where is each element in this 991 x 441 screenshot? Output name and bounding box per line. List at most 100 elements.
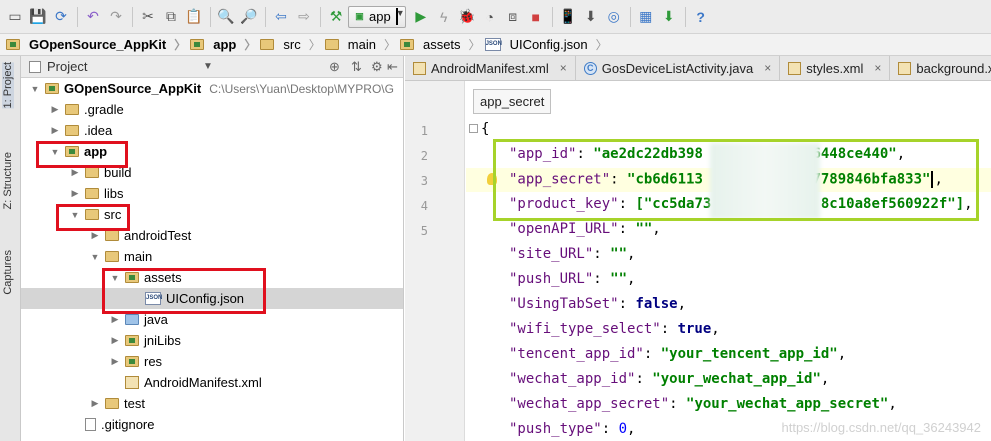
expand-right-icon[interactable]: ▶ — [69, 188, 81, 199]
xml-file-icon — [125, 376, 139, 389]
tab-styles[interactable]: styles.xml × — [780, 56, 891, 80]
tab-captures[interactable]: Captures — [2, 250, 14, 295]
breadcrumb-item[interactable]: app 〉 — [190, 36, 260, 53]
scroll-from-source-icon[interactable]: ⊕ — [329, 59, 340, 75]
line-number: 2 — [420, 149, 428, 163]
expand-right-icon[interactable]: ▶ — [49, 104, 61, 115]
json-value: "your_wechat_app_id" — [652, 371, 821, 387]
replace-icon[interactable]: 🔎 — [238, 5, 260, 29]
project-structure-icon[interactable]: ▦ — [635, 5, 657, 29]
avd-manager-icon[interactable]: 📱 — [557, 5, 579, 29]
expand-down-icon[interactable]: ▼ — [29, 84, 41, 94]
back-icon[interactable]: ⇦ — [270, 5, 292, 29]
toolbar-separator — [265, 6, 266, 27]
line-gutter: 1 2 3 4 5 — [405, 81, 465, 441]
hide-icon[interactable]: ⇤ — [387, 59, 398, 75]
tree-item[interactable]: .gitignore — [21, 414, 403, 435]
expand-right-icon[interactable]: ▶ — [109, 356, 121, 367]
expand-right-icon[interactable]: ▶ — [69, 167, 81, 178]
undo-icon[interactable]: ↶ — [82, 5, 104, 29]
code-line: { — [481, 121, 489, 137]
apply-changes-icon[interactable]: ϟ — [433, 5, 455, 29]
redo-icon[interactable]: ↷ — [105, 5, 127, 29]
class-icon: C — [583, 61, 597, 75]
tree-item[interactable]: ▶ .gradle — [21, 99, 403, 120]
project-panel: Project ▼ ⊕ ⇅ ⚙ ⇤ ▼ GOpenSource_AppKit C:\… — [21, 56, 404, 441]
tree-item-label: androidTest — [124, 228, 192, 243]
close-icon[interactable]: × — [874, 61, 881, 75]
android-icon: ▣ — [355, 11, 364, 21]
expand-right-icon[interactable]: ▶ — [109, 314, 121, 325]
code-line: "wechat_app_id": "your_wechat_app_id", — [509, 371, 830, 387]
tree-item[interactable]: ▼ main — [21, 246, 403, 267]
folder-icon — [85, 188, 99, 199]
line-number: 4 — [420, 199, 428, 213]
json-value: 0 — [618, 421, 628, 437]
find-icon[interactable]: 🔍 — [215, 5, 237, 29]
expand-right-icon[interactable]: ▶ — [89, 398, 101, 409]
json-key: "wifi_type_select" — [509, 321, 661, 337]
open-icon[interactable]: ▭ — [4, 5, 26, 29]
profile-icon[interactable]: ◔ — [479, 5, 501, 29]
toolbar-separator — [629, 6, 631, 27]
expand-down-icon[interactable]: ▼ — [89, 252, 101, 262]
tree-item[interactable]: ▶ res — [21, 351, 403, 372]
tab-project[interactable]: 1: Project — [2, 62, 14, 109]
tree-item[interactable]: ▶ test — [21, 393, 403, 414]
close-icon[interactable]: × — [764, 61, 771, 75]
expand-right-icon[interactable]: ▶ — [49, 125, 61, 136]
debug-icon[interactable]: 🐞 — [456, 5, 478, 29]
main-toolbar: ▭ 💾 ⟳ ↶ ↷ ✂ ⧉ 📋 🔍 🔎 ⇦ ⇨ ⚒ ▣ app ▼ ▶ ϟ 🐞 … — [0, 0, 991, 34]
help-icon[interactable]: ? — [690, 5, 712, 29]
paste-icon[interactable]: 📋 — [183, 5, 205, 29]
tree-item-label: .gitignore — [101, 417, 155, 432]
run-config-select[interactable]: ▣ app ▼ — [348, 5, 406, 28]
json-value: "your_wechat_app_secret" — [686, 396, 889, 412]
project-view-icon — [29, 60, 41, 73]
tab-gosdevicelistactivity[interactable]: C GosDeviceListActivity.java × — [576, 56, 781, 80]
tree-item[interactable]: ▼ GOpenSource_AppKit C:\Users\Yuan\Desktop… — [21, 78, 403, 99]
tab-androidmanifest[interactable]: AndroidManifest.xml × — [405, 56, 576, 80]
gear-icon[interactable]: ⚙ — [371, 59, 383, 75]
expand-right-icon[interactable]: ▶ — [89, 230, 101, 241]
forward-icon[interactable]: ⇨ — [293, 5, 315, 29]
tree-item-label: jniLibs — [144, 333, 181, 348]
close-icon[interactable]: × — [560, 61, 567, 75]
tree-item[interactable]: ▶ jniLibs — [21, 330, 403, 351]
breadcrumb-item[interactable]: GOpenSource_AppKit 〉 — [6, 36, 190, 53]
expand-right-icon[interactable]: ▶ — [109, 335, 121, 346]
copy-icon[interactable]: ⧉ — [160, 5, 182, 29]
cut-icon[interactable]: ✂ — [137, 5, 159, 29]
folder-icon — [260, 39, 275, 50]
tree-item[interactable]: ▶ .idea — [21, 120, 403, 141]
make-icon[interactable]: ⚒ — [325, 5, 347, 29]
breadcrumb-item[interactable]: JSON UIConfig.json 〉 — [484, 36, 612, 53]
collapse-all-icon[interactable]: ⇅ — [351, 59, 362, 75]
breadcrumb-item[interactable]: assets 〉 — [399, 36, 485, 53]
tree-item-label: GOpenSource_AppKit — [64, 81, 202, 96]
json-key: "wechat_app_secret" — [509, 396, 670, 412]
run-icon[interactable]: ▶ — [410, 5, 432, 29]
save-icon[interactable]: 💾 — [27, 5, 49, 29]
json-value: true — [677, 321, 712, 337]
chevron-down-icon[interactable]: ▼ — [203, 61, 213, 72]
attach-debugger-icon[interactable]: ⧈ — [502, 5, 524, 29]
json-key: "wechat_app_id" — [509, 371, 636, 387]
android-monitor-icon[interactable]: ⬇ — [658, 5, 680, 29]
tree-item[interactable]: ▶ libs — [21, 183, 403, 204]
breadcrumb-item[interactable]: src 〉 — [260, 36, 324, 53]
code-editor[interactable]: 1 2 3 4 5 {"app_id": "ae2dc22db398 6448c… — [405, 81, 991, 441]
run-config-label: app — [369, 9, 391, 24]
sdk-manager-icon[interactable]: ⬇ — [580, 5, 602, 29]
tab-structure[interactable]: Z: Structure — [2, 152, 14, 209]
tab-background[interactable]: background.xml — [890, 56, 991, 80]
sync-icon[interactable]: ⟳ — [50, 5, 72, 29]
sync-gradle-icon[interactable]: ◎ — [603, 5, 625, 29]
breadcrumb-item[interactable]: main 〉 — [324, 36, 400, 53]
tree-item-label: .idea — [84, 123, 113, 138]
project-panel-header[interactable]: Project ▼ ⊕ ⇅ ⚙ ⇤ — [21, 56, 403, 78]
fold-icon[interactable] — [469, 124, 478, 133]
tree-item[interactable]: AndroidManifest.xml — [21, 372, 403, 393]
line-number: 3 — [420, 174, 428, 188]
stop-icon[interactable]: ■ — [525, 5, 547, 29]
